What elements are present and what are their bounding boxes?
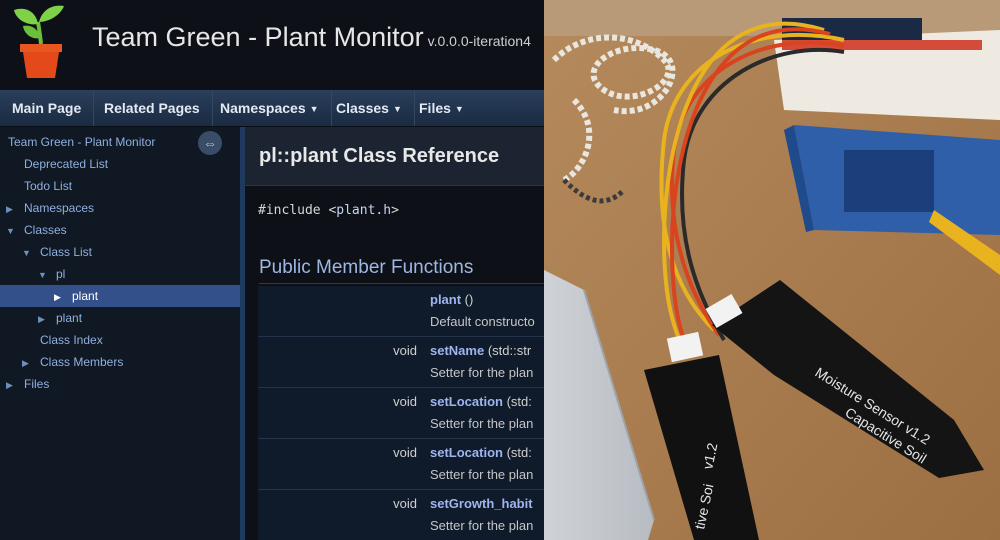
nav-files[interactable]: Files ▼ [407,90,476,126]
nav-namespaces-label: Namespaces [220,100,306,116]
include-prefix: #include < [258,203,337,218]
member-name-link[interactable]: setLocation [430,445,503,460]
tree-item-label: Namespaces [24,201,95,215]
nav-related-pages-label: Related Pages [104,100,200,116]
member-row: void setName (std::str Setter for the pl… [258,337,544,388]
nav-related-pages[interactable]: Related Pages [92,90,213,126]
plant-logo-icon [14,5,64,78]
page-title: pl::plant Class Reference [259,145,500,167]
member-type: void [393,445,417,460]
collapse-arrow-icon[interactable]: ▼ [22,242,34,264]
caret-down-icon: ▼ [309,104,319,115]
member-type: void [393,496,417,511]
sensor-photo-illustration: Capacitive Soil Moisture Sensor v1.2 v1.… [544,0,1000,540]
section-title: Public Member Functions [259,257,474,278]
member-signature: setLocation (std: [430,445,532,460]
member-args: (std::str [484,343,532,358]
expand-arrow-icon[interactable]: ▶ [6,374,18,396]
doxygen-page: Team Green - Plant Monitor v.0.0.0-iterat… [0,0,544,540]
caret-down-icon: ▼ [454,104,464,115]
nav-main-page-label: Main Page [12,100,82,116]
nav-files-label: Files [419,100,451,116]
class-content: pl::plant Class Reference #include <plan… [245,127,544,540]
tree-item-deprecated[interactable]: Deprecated List [0,153,264,175]
tree-item-classes[interactable]: ▼ Classes [0,219,246,241]
nav-classes[interactable]: Classes ▼ [324,90,415,126]
tree-item-class-index[interactable]: Class Index [0,329,280,351]
member-signature: setGrowth_habit [430,496,533,511]
member-args: () [461,292,474,307]
tree-item-pl[interactable]: ▼ pl [0,263,278,285]
collapse-arrow-icon[interactable]: ▼ [6,220,18,242]
page-header: Team Green - Plant Monitor v.0.0.0-iterat… [0,0,544,90]
tree-item-files[interactable]: ▶ Files [0,373,246,395]
member-name-link[interactable]: setLocation [430,394,503,409]
tree-item-label: Class Members [40,355,124,369]
member-description: Setter for the plan [430,518,534,533]
member-signature: setName (std::str [430,343,531,358]
include-line: #include <plant.h> [258,203,399,218]
sync-toggle-icon[interactable]: ⇔ [198,131,222,155]
tree-item-label: Classes [24,223,67,237]
tree-item-label: Class Index [40,333,103,347]
nav-main-page[interactable]: Main Page [0,90,95,126]
nav-namespaces[interactable]: Namespaces ▼ [208,90,332,126]
section-divider [259,283,544,284]
member-description: Setter for the plan [430,416,534,431]
member-description: Setter for the plan [430,467,534,482]
include-file-link[interactable]: plant.h [336,203,391,218]
project-title: Team Green - Plant Monitor v.0.0.0-iterat… [92,22,531,53]
nav-classes-label: Classes [336,100,389,116]
project-version: v.0.0.0-iteration4 [427,33,531,49]
member-row: void setGrowth_habit Setter for the plan [258,490,544,540]
member-description: Setter for the plan [430,365,534,380]
main-navbar: Main Page Related Pages Namespaces ▼ Clas… [0,90,544,127]
caret-down-icon: ▼ [392,104,402,115]
member-row: void setLocation (std: Setter for the pl… [258,439,544,490]
expand-arrow-icon[interactable]: ▶ [6,198,18,220]
project-name: Team Green - Plant Monitor [92,22,424,52]
tree-item-class-members[interactable]: ▶ Class Members [0,351,262,373]
tree-item-label: plant [72,289,99,303]
member-type: void [393,394,417,409]
member-type: void [393,343,417,358]
tree-item-todo[interactable]: Todo List [0,175,264,197]
nav-tree-sidebar: Team Green - Plant Monitor Deprecated Li… [0,127,294,540]
member-name-link[interactable]: setName [430,343,484,358]
member-name-link[interactable]: plant [430,292,461,307]
tree-item-label: Team Green - Plant Monitor [8,135,156,149]
expand-arrow-icon[interactable]: ▶ [54,286,66,308]
expand-arrow-icon[interactable]: ▶ [22,352,34,374]
member-args: (std: [502,445,532,460]
member-args: (std: [502,394,532,409]
tree-item-label: Deprecated List [24,157,109,171]
tree-item-label: Todo List [24,179,73,193]
tree-item-label: Files [24,377,50,391]
member-row: plant () Default constructo [258,286,544,337]
tree-item-label: pl [56,267,66,281]
tree-item-plant[interactable]: ▶ plant [0,307,278,329]
member-name-link[interactable]: setGrowth_habit [430,496,533,511]
member-signature: plant () [430,292,473,307]
title-bar: pl::plant Class Reference [245,127,544,186]
expand-arrow-icon[interactable]: ▶ [38,308,50,330]
tree-item-label: Class List [40,245,93,259]
tree-item-namespaces[interactable]: ▶ Namespaces [0,197,246,219]
member-description: Default constructo [430,314,535,329]
member-row: void setLocation (std: Setter for the pl… [258,388,544,439]
tree-item-class-list[interactable]: ▼ Class List [0,241,262,263]
sensor-photo: Capacitive Soil Moisture Sensor v1.2 v1.… [544,0,1000,540]
collapse-arrow-icon[interactable]: ▼ [38,264,50,286]
tree-item-label: plant [56,311,83,325]
member-signature: setLocation (std: [430,394,532,409]
include-suffix: > [391,203,399,218]
